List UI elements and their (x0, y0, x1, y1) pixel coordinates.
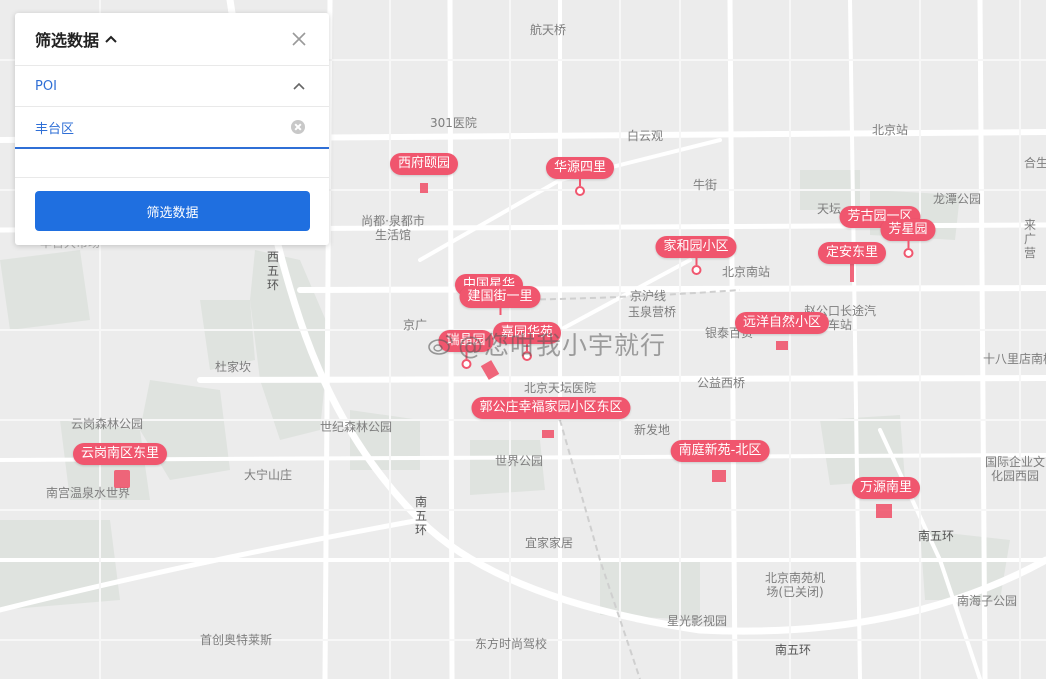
poi-label: 万源南里 (851, 477, 921, 499)
district-input-value: 丰台区 (35, 121, 75, 137)
poi-marker[interactable]: 远洋自然小区 (734, 312, 830, 334)
label-world-park: 世界公园 (495, 454, 544, 468)
watermark: @您咁我小宇就行 (428, 326, 666, 362)
poi-parcel (542, 430, 554, 438)
filter-panel-title: 筛选数据 (35, 31, 100, 50)
label-301-hospital: 301医院 (430, 116, 477, 130)
label-gongyixiqiao: 公益西桥 (697, 376, 746, 390)
poi-marker[interactable]: 定安东里 (817, 242, 887, 264)
poi-label: 远洋自然小区 (734, 312, 830, 334)
poi-marker[interactable]: 建国街一里 (459, 286, 541, 315)
label-xinfadi: 新发地 (634, 423, 671, 437)
label-jinghu-line: 京沪线 (630, 289, 667, 303)
label-tiantan-hospital: 北京天坛医院 (524, 381, 597, 395)
poi-label: 云岗南区东里 (72, 443, 168, 465)
watermark-text: @您咁我小宇就行 (458, 331, 667, 360)
poi-marker[interactable]: 万源南里 (851, 477, 921, 499)
filter-panel: 筛选数据 POI 丰台区 筛选数据 (15, 13, 329, 245)
poi-marker[interactable]: 西府颐园 (389, 153, 459, 175)
chevron-up-icon (293, 82, 305, 90)
label-yuquanying-bridge: 玉泉营桥 (628, 305, 677, 319)
label-yijia: 宜家家居 (525, 536, 574, 550)
poi-section-label: POI (35, 78, 57, 94)
district-input[interactable]: 丰台区 (15, 107, 329, 149)
label-nanwuhuan-vertical: 南五环 (414, 495, 427, 537)
label-century-park: 世纪森林公园 (320, 420, 393, 434)
label-dujiakan: 杜家坎 (215, 360, 252, 374)
poi-label: 芳星园 (880, 219, 936, 241)
poi-marker[interactable]: 芳星园 (880, 219, 936, 258)
poi-marker[interactable]: 南庭新苑-北区 (670, 440, 770, 462)
poi-parcel (850, 262, 854, 282)
label-tiantan: 天坛 (817, 202, 842, 216)
close-icon[interactable] (291, 31, 307, 47)
label-nanhaizi-park: 南海子公园 (957, 594, 1018, 608)
label-xiwuhuan: 西五环 (266, 250, 279, 292)
label-guoji: 国际企业文化园西园 (984, 455, 1045, 483)
poi-marker[interactable]: 华源四里 (545, 157, 615, 196)
label-shangdu: 尚都·泉都市生活馆 (361, 214, 425, 242)
poi-label: 南庭新苑-北区 (670, 440, 770, 462)
label-shibalidian: 十八里店南桥 (983, 352, 1046, 366)
poi-parcel (114, 470, 130, 488)
poi-label: 华源四里 (545, 157, 615, 179)
poi-label: 定安东里 (817, 242, 887, 264)
poi-label: 建国街一里 (459, 286, 541, 308)
label-yungang-park: 云岗森林公园 (71, 417, 144, 431)
poi-section-header[interactable]: POI (15, 66, 329, 107)
poi-label: 家和园小区 (655, 236, 737, 258)
apply-filter-button[interactable]: 筛选数据 (35, 191, 310, 231)
label-niujie: 牛街 (693, 178, 718, 192)
label-hangtian-bridge: 航天桥 (530, 23, 567, 37)
label-shouchuang: 首创奥特莱斯 (200, 633, 273, 647)
clear-icon[interactable] (291, 120, 305, 134)
poi-parcel (712, 470, 726, 482)
label-nanwuhuan-right: 南五环 (918, 529, 955, 543)
label-beijing-station: 北京站 (872, 123, 909, 137)
weibo-logo-icon (428, 335, 453, 355)
poi-label: 郭公庄幸福家园小区东区 (471, 397, 631, 419)
label-nanyuan-airport: 北京南苑机场(已关闭) (764, 571, 825, 599)
label-nanwuhuan-bottom: 南五环 (775, 643, 812, 657)
poi-parcel (420, 183, 428, 193)
label-jingguang: 京广 (403, 318, 428, 332)
panel-divider (15, 149, 329, 178)
poi-pin-icon (902, 248, 913, 258)
label-daningshan: 大宁山庄 (244, 468, 293, 482)
label-xingguang: 星光影视园 (667, 614, 728, 628)
poi-marker[interactable]: 郭公庄幸福家园小区东区 (471, 397, 631, 419)
label-longtan-park: 龙潭公园 (933, 192, 982, 206)
poi-marker[interactable]: 家和园小区 (655, 236, 737, 275)
label-hesheng: 合生 (1024, 156, 1046, 170)
label-nangong: 南宫温泉水世界 (46, 486, 131, 500)
label-laiguangying: 来广营 (1024, 218, 1037, 260)
poi-label: 西府颐园 (389, 153, 459, 175)
poi-marker[interactable]: 云岗南区东里 (72, 443, 168, 465)
filter-panel-header: 筛选数据 (15, 13, 329, 66)
label-dongfang: 东方时尚驾校 (475, 637, 548, 651)
poi-pin-icon (574, 186, 585, 196)
poi-parcel (876, 504, 892, 518)
poi-parcel (776, 341, 788, 350)
poi-pin-icon (690, 265, 701, 275)
filter-panel-toggle[interactable]: 筛选数据 (35, 27, 117, 51)
chevron-up-icon (105, 35, 117, 43)
label-baiyunguan: 白云观 (627, 129, 664, 143)
